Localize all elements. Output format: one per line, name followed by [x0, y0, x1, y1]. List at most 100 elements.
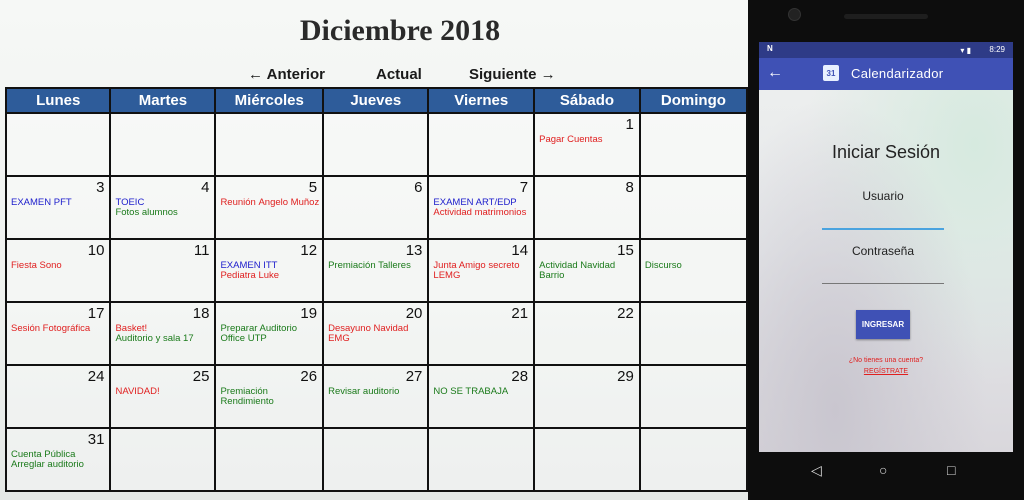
calendar-day-cell[interactable] [214, 112, 325, 177]
calendar-day-cell[interactable]: 27 Revisar auditorio [322, 364, 430, 429]
calendar-event[interactable]: Pediatra Luke [220, 271, 320, 281]
day-number: 14 [511, 242, 529, 259]
calendar-day-cell[interactable]: Discurso [638, 238, 748, 303]
calendar-day-cell[interactable] [322, 427, 430, 492]
calendar-event[interactable]: NAVIDAD! [115, 387, 212, 397]
calendar-event[interactable]: Desayuno Navidad [328, 324, 425, 334]
calendar-day-cell[interactable]: 5 Reunión Ángelo Muñoz [214, 175, 325, 240]
day-number: 18 [192, 305, 210, 322]
nav-home-icon[interactable]: ○ [879, 462, 887, 478]
current-month-link[interactable]: Actual [376, 66, 422, 83]
calendar-day-cell[interactable]: 11 [109, 238, 217, 303]
calendar-event[interactable]: EXAMEN ITT [220, 261, 320, 271]
day-number: 5 [308, 179, 318, 196]
calendar-day-cell[interactable]: 1 Pagar Cuentas [533, 112, 641, 177]
calendar-event[interactable]: NO SE TRABAJA [433, 387, 531, 397]
next-month-link[interactable]: Siguiente → [469, 66, 556, 83]
calendar-day-cell[interactable] [427, 112, 536, 177]
calendar-event[interactable]: Barrio [539, 271, 637, 281]
calendar-day-cell[interactable]: 13 Premiación Talleres [322, 238, 430, 303]
calendar-day-cell[interactable]: 17 Sesión Fotográfica [4, 301, 112, 366]
calendar-week-row: 24 25 NAVIDAD! 26 Premiación Rendimiento 27 Rev… [4, 364, 748, 429]
calendar-event[interactable]: EXAMEN PFT [11, 198, 107, 208]
calendar-day-cell[interactable]: 25 NAVIDAD! [109, 364, 217, 429]
calendar-app-icon: 31 [823, 65, 839, 81]
calendar-day-cell[interactable]: 31 Cuenta Pública Arreglar auditorio [4, 427, 112, 492]
calendar-event[interactable]: Revisar auditorio [328, 387, 425, 397]
day-events: EXAMEN PFT [11, 198, 107, 208]
login-button[interactable]: INGRESAR [856, 310, 910, 339]
password-field[interactable] [822, 283, 944, 284]
calendar-day-cell[interactable] [533, 427, 641, 492]
calendar-day-cell[interactable]: 20 Desayuno Navidad EMG [322, 301, 430, 366]
calendar-day-cell[interactable]: 19 Preparar Auditorio Office UTP [214, 301, 325, 366]
calendar-day-cell[interactable] [638, 301, 748, 366]
calendar-day-cell[interactable] [214, 427, 325, 492]
calendar-event[interactable]: Rendimiento [220, 397, 320, 407]
calendar-day-cell[interactable] [322, 112, 430, 177]
calendar-day-cell[interactable]: 29 [533, 364, 641, 429]
calendar-event[interactable]: Reunión Ángelo Muñoz [220, 198, 320, 208]
calendar-day-cell[interactable]: 14 Junta Amigo secreto LEMG [427, 238, 536, 303]
day-events: Revisar auditorio [328, 387, 425, 397]
calendar-day-cell[interactable]: 26 Premiación Rendimiento [214, 364, 325, 429]
calendar-event[interactable]: Auditorio y sala 17 [115, 334, 212, 344]
previous-month-link[interactable]: ← Anterior [248, 66, 325, 83]
calendar-event[interactable]: Discurso [645, 261, 744, 271]
username-field[interactable] [822, 228, 944, 230]
day-events: Reunión Ángelo Muñoz [220, 198, 320, 208]
calendar-day-cell[interactable] [638, 175, 748, 240]
calendar-day-cell[interactable] [638, 364, 748, 429]
calendar-day-cell[interactable]: 24 [4, 364, 112, 429]
day-events: Sesión Fotográfica [11, 324, 107, 334]
calendar-event[interactable]: EMG [328, 334, 425, 344]
calendar-event[interactable]: Preparar Auditorio [220, 324, 320, 334]
calendar-day-cell[interactable]: 4 TOEIC Fotos alumnos [109, 175, 217, 240]
calendar-day-cell[interactable]: 22 [533, 301, 641, 366]
calendar-event[interactable]: Premiación [220, 387, 320, 397]
calendar-week-row: 10 Fiesta Sono 11 12 EXAMEN ITT Pediatra Luke… [4, 238, 748, 303]
calendar-day-cell[interactable]: 3 EXAMEN PFT [4, 175, 112, 240]
arrow-back-icon[interactable]: ← [767, 64, 783, 82]
calendar-day-cell[interactable]: 8 [533, 175, 641, 240]
calendar-event[interactable]: Fotos alumnos [115, 208, 212, 218]
calendar-event[interactable]: Basket! [115, 324, 212, 334]
calendar-day-cell[interactable]: 15 Actividad Navidad Barrio [533, 238, 641, 303]
day-number: 7 [519, 179, 529, 196]
calendar-event[interactable]: Office UTP [220, 334, 320, 344]
calendar-event[interactable]: Premiación Talleres [328, 261, 425, 271]
calendar-day-cell[interactable] [427, 427, 536, 492]
nav-recents-icon[interactable]: □ [947, 462, 955, 478]
calendar-day-cell[interactable]: 10 Fiesta Sono [4, 238, 112, 303]
register-link[interactable]: REGÍSTRATE [759, 368, 1013, 375]
day-events: Basket! Auditorio y sala 17 [115, 324, 212, 344]
day-events: Junta Amigo secreto LEMG [433, 261, 531, 281]
calendar-day-cell[interactable] [4, 112, 112, 177]
day-number: 26 [300, 368, 318, 385]
calendar-event[interactable]: Fiesta Sono [11, 261, 107, 271]
calendar-event[interactable]: Actividad matrimonios [433, 208, 531, 218]
calendar-event[interactable]: EXAMEN ART/EDP [433, 198, 531, 208]
calendar-day-cell[interactable] [638, 427, 748, 492]
signal-battery-icons: ▾ ▮ [960, 46, 971, 55]
calendar-day-cell[interactable]: 18 Basket! Auditorio y sala 17 [109, 301, 217, 366]
calendar-day-cell[interactable] [109, 427, 217, 492]
calendar-day-cell[interactable]: 28 NO SE TRABAJA [427, 364, 536, 429]
calendar-event[interactable]: Pagar Cuentas [539, 135, 637, 145]
calendar-day-cell[interactable]: 6 [322, 175, 430, 240]
calendar-day-cell[interactable] [109, 112, 217, 177]
calendar-day-cell[interactable] [638, 112, 748, 177]
calendar-event[interactable]: LEMG [433, 271, 531, 281]
nav-back-icon[interactable]: ◁ [811, 462, 822, 479]
calendar-event[interactable]: Cuenta Pública [11, 450, 107, 460]
calendar-day-cell[interactable]: 21 [427, 301, 536, 366]
calendar-event[interactable]: Arreglar auditorio [11, 460, 107, 470]
calendar-event[interactable]: Actividad Navidad [539, 261, 637, 271]
calendar-week-row: 3 EXAMEN PFT 4 TOEIC Fotos alumnos 5 Reunión Á… [4, 175, 748, 240]
calendar-day-cell[interactable]: 7 EXAMEN ART/EDP Actividad matrimonios [427, 175, 536, 240]
calendar-event[interactable]: Junta Amigo secreto [433, 261, 531, 271]
calendar-day-cell[interactable]: 12 EXAMEN ITT Pediatra Luke [214, 238, 325, 303]
calendar-event[interactable]: TOEIC [115, 198, 212, 208]
calendar-event[interactable]: Sesión Fotográfica [11, 324, 107, 334]
calendar-week-row: 31 Cuenta Pública Arreglar auditorio [4, 427, 748, 492]
